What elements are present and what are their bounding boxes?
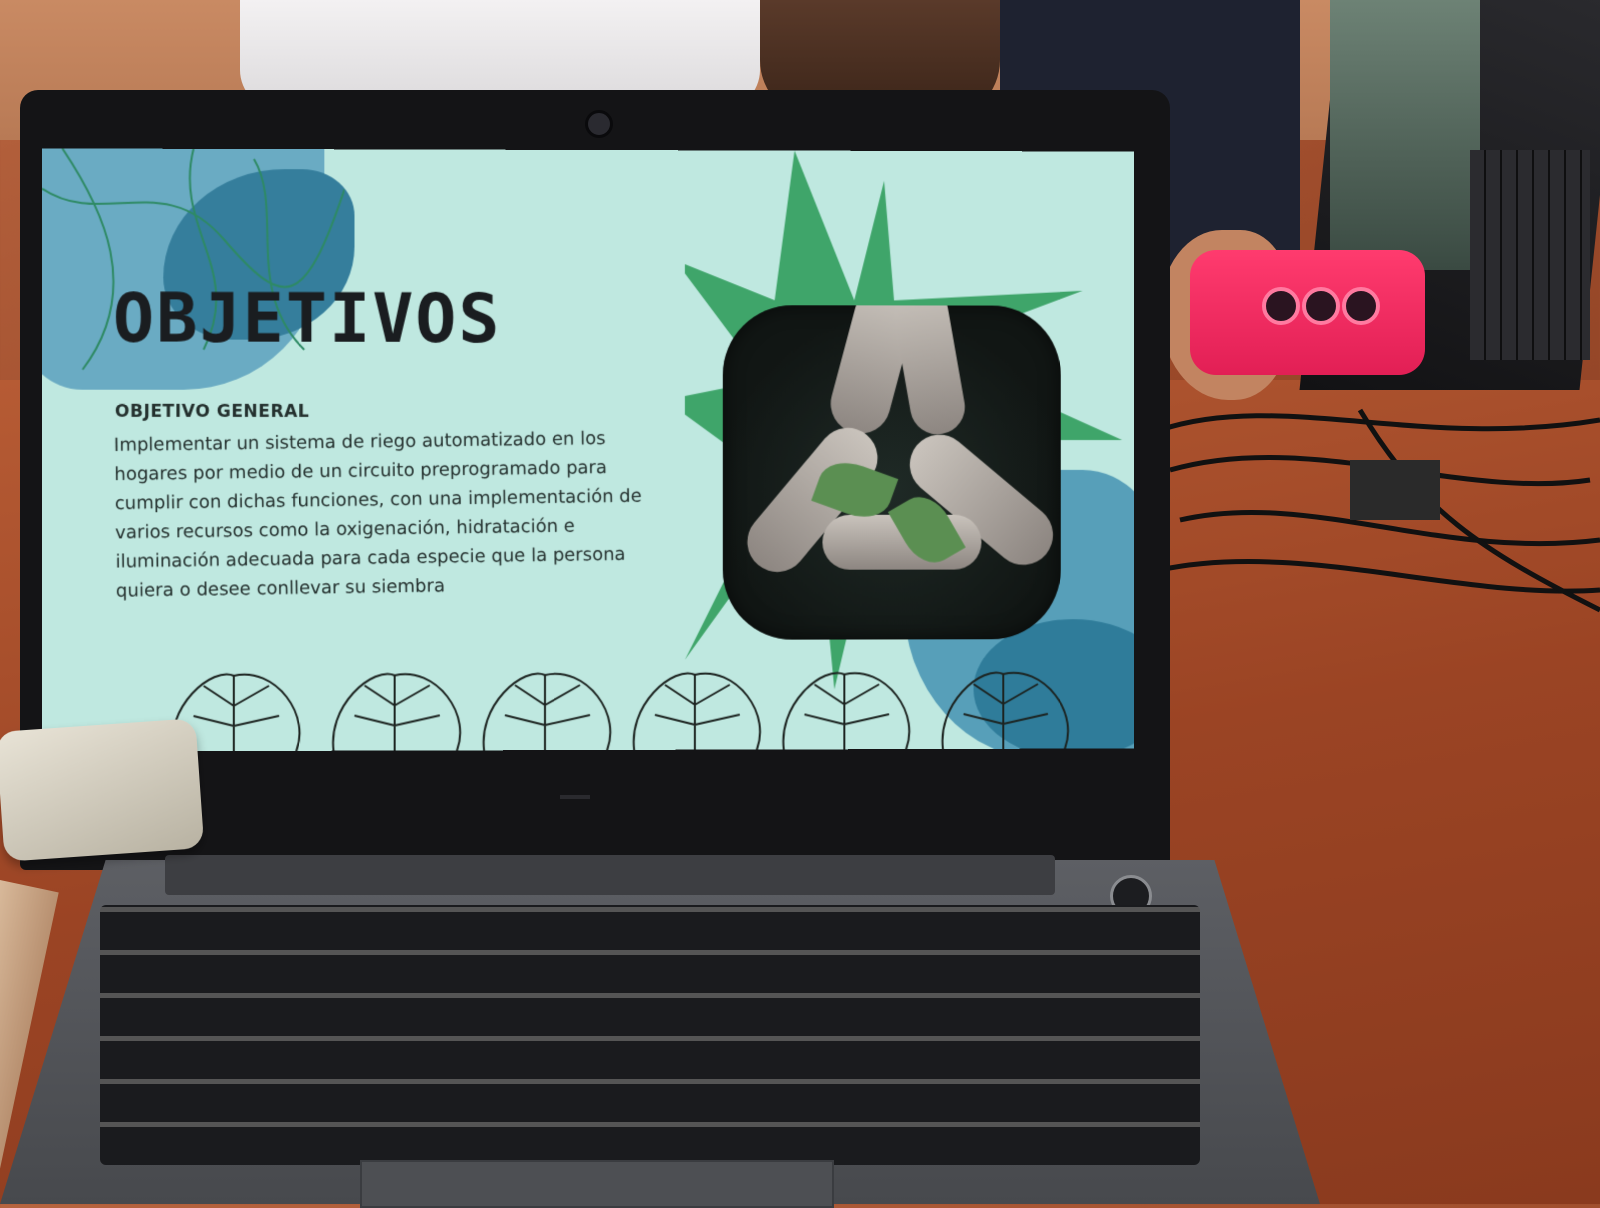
monstera-leaf-outlines: [153, 664, 1132, 752]
trackpad: [360, 1160, 834, 1208]
black-cables: [1160, 408, 1600, 613]
laptop-hinge: [165, 855, 1055, 895]
slide-title: OBJETIVOS: [112, 279, 502, 359]
laptop-screen: OBJETIVOS OBJETIVO GENERAL Implementar u…: [42, 148, 1135, 752]
phone-camera-icon: [1342, 287, 1380, 325]
phone-camera-icon: [1302, 287, 1340, 325]
slide-subheading: OBJETIVO GENERAL: [114, 401, 310, 422]
slide-body-text: Implementar un sistema de riego automati…: [113, 428, 642, 602]
second-laptop-keyboard: [1470, 150, 1590, 360]
webcam-icon: [585, 110, 613, 138]
phone-camera-icon: [1262, 287, 1300, 325]
hands-with-plant-photo: [722, 305, 1061, 640]
second-laptop-screen: [1330, 0, 1480, 270]
laptop-keyboard: [100, 905, 1200, 1165]
usb-device: [0, 718, 205, 862]
bezel-logo: [560, 795, 590, 799]
